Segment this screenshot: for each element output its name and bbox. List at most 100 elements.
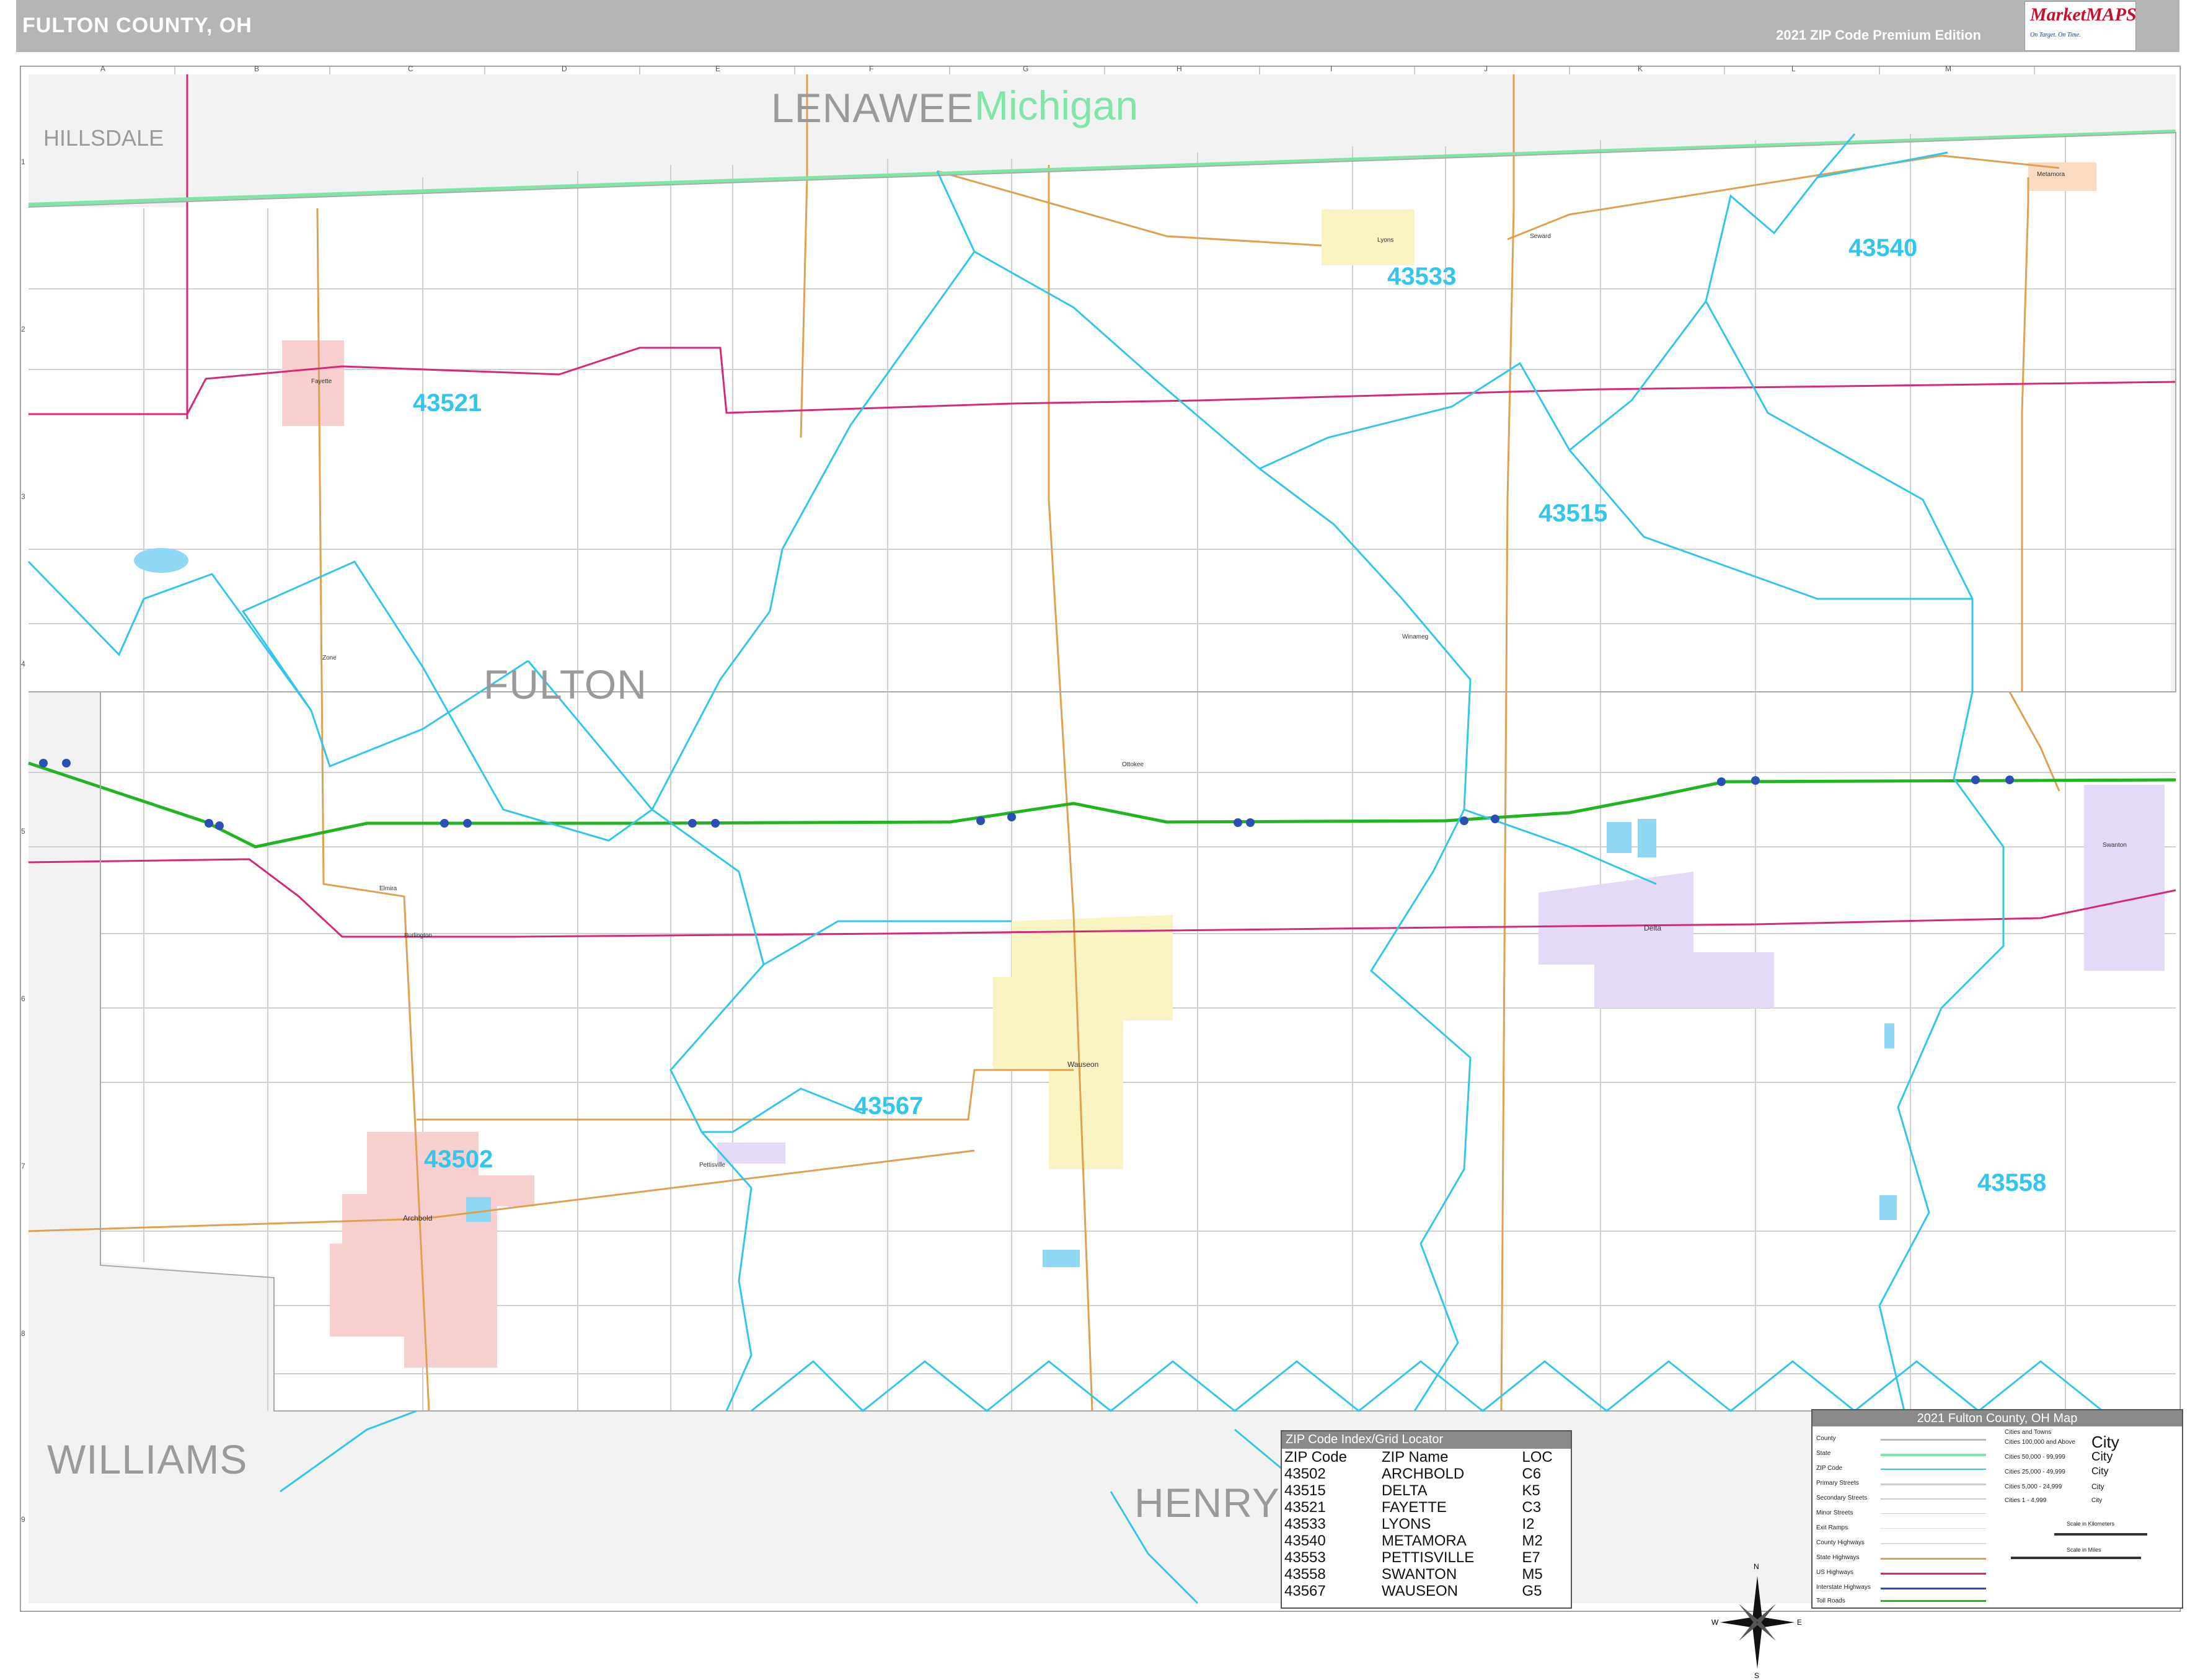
town-label-zone[interactable]: Zone [322, 655, 337, 661]
county-label-williams: WILLIAMS [47, 1436, 248, 1482]
county-label-lenawee: LENAWEE [771, 85, 974, 131]
map-header: FULTON COUNTY, OH 2021 ZIP Code Premium … [16, 0, 2179, 52]
zip-code-index: ZIP Code Index/Grid Locator ZIP Code ZIP… [1281, 1430, 1572, 1609]
legend-minor: Minor Streets [1816, 1510, 1853, 1516]
town-label-delta[interactable]: Delta [1644, 924, 1661, 932]
town-label-seward[interactable]: Seward [1530, 233, 1551, 240]
compass-e: E [1797, 1618, 1803, 1627]
legend-city-sample-2: City [2091, 1450, 2113, 1464]
state-label-michigan: Michigan [974, 82, 1139, 128]
compass-n: N [1754, 1562, 1759, 1571]
legend-state: State [1816, 1450, 1831, 1457]
legend-city-class-1: Cities 100,000 and Above [2005, 1439, 2075, 1446]
town-label-pettisville[interactable]: Pettisville [699, 1162, 725, 1169]
legend-interstate: Interstate Highways [1816, 1584, 1871, 1591]
town-label-winameg[interactable]: Winameg [1402, 634, 1428, 640]
grid-col-f: F [869, 64, 874, 73]
zip-cell: 43553 [1284, 1549, 1326, 1566]
zip-cell: 43540 [1284, 1532, 1326, 1549]
zip-name-cell: WAUSEON [1381, 1583, 1458, 1599]
town-label-elmira[interactable]: Elmira [379, 885, 397, 892]
zip-label-43540[interactable]: 43540 [1848, 234, 1917, 262]
town-label-archbold[interactable]: Archbold [403, 1214, 432, 1222]
legend-exit: Exit Ramps [1816, 1524, 1848, 1531]
brand-tagline: On Target. On Time. [2030, 32, 2081, 38]
loc-cell: M5 [1522, 1566, 1543, 1583]
map-area[interactable]: A B C D E F G H I J K L M 1 2 3 4 5 6 7 … [20, 64, 2183, 1680]
grid-col-e: E [715, 64, 721, 73]
table-row[interactable]: 43558 SWANTON M5 [1282, 1566, 1571, 1583]
town-label-burlington[interactable]: Burlington [404, 932, 432, 939]
grid-col-d: D [562, 64, 567, 73]
swanton-town-area [2084, 785, 2165, 971]
legend-city-sample-3: City [2091, 1466, 2109, 1477]
town-label-wauseon[interactable]: Wauseon [1067, 1060, 1098, 1069]
zip-cell: 43502 [1284, 1466, 1326, 1482]
legend-cities-title: Cities and Towns [2005, 1429, 2052, 1436]
legend-city-sample-4: City [2091, 1482, 2104, 1491]
grid-col-j: J [1484, 64, 1488, 73]
zip-label-43567[interactable]: 43567 [854, 1092, 923, 1120]
zip-name-cell: SWANTON [1381, 1566, 1457, 1583]
zip-label-43502[interactable]: 43502 [424, 1146, 493, 1174]
table-row[interactable]: 43502 ARCHBOLD C6 [1282, 1466, 1571, 1482]
legend-city-class-4: Cities 5,000 - 24,999 [2005, 1483, 2062, 1490]
map-legend: 2021 Fulton County, OH Map County State … [1811, 1409, 2183, 1609]
map-title: FULTON COUNTY, OH [22, 14, 252, 37]
grid-col-k: K [1638, 64, 1643, 73]
legend-zip: ZIP Code [1816, 1465, 1843, 1472]
legend-county-hwy: County Highways [1816, 1539, 1865, 1546]
map-canvas [20, 66, 2181, 1612]
grid-row-3: 3 [21, 492, 25, 501]
loc-cell: K5 [1522, 1482, 1540, 1499]
legend-state-hwy: State Highways [1816, 1554, 1860, 1561]
table-row[interactable]: 43553 PETTISVILLE E7 [1282, 1549, 1571, 1566]
zip-label-43533[interactable]: 43533 [1387, 263, 1456, 291]
zip-cell: 43558 [1284, 1566, 1326, 1583]
loc-cell: G5 [1522, 1583, 1542, 1599]
loc-cell: E7 [1522, 1549, 1540, 1566]
col-header-zip: ZIP Code [1284, 1449, 1347, 1466]
zip-cell: 43567 [1284, 1583, 1326, 1599]
town-label-fayette[interactable]: Fayette [311, 378, 332, 385]
zip-label-43521[interactable]: 43521 [413, 389, 482, 417]
town-label-metamora[interactable]: Metamora [2037, 171, 2065, 178]
table-row[interactable]: 43521 FAYETTE C3 [1282, 1499, 1571, 1516]
zip-label-43558[interactable]: 43558 [1977, 1169, 2046, 1197]
town-label-ottokee[interactable]: Ottokee [1122, 761, 1144, 768]
col-header-loc: LOC [1522, 1449, 1553, 1466]
zip-cell: 43515 [1284, 1482, 1326, 1499]
table-row[interactable]: 43533 LYONS I2 [1282, 1516, 1571, 1532]
table-row[interactable]: 43515 DELTA K5 [1282, 1482, 1571, 1499]
legend-city-class-3: Cities 25,000 - 49,999 [2005, 1469, 2065, 1475]
zip-name-cell: PETTISVILLE [1381, 1549, 1475, 1566]
loc-cell: C3 [1522, 1499, 1542, 1516]
legend-toll: Toll Roads [1816, 1598, 1845, 1604]
lyons-town-area [1322, 210, 1415, 265]
grid-row-9: 9 [21, 1515, 25, 1524]
town-label-lyons[interactable]: Lyons [1377, 237, 1393, 244]
legend-city-class-2: Cities 50,000 - 99,999 [2005, 1454, 2065, 1461]
grid-col-l: L [1791, 64, 1796, 73]
legend-county: County [1816, 1435, 1836, 1442]
grid-col-b: B [254, 64, 260, 73]
market-maps-logo: MarketMAPS On Target. On Time. [2024, 1, 2137, 51]
grid-col-m: M [1945, 64, 1951, 73]
zip-name-cell: LYONS [1381, 1516, 1431, 1532]
zip-index-title: ZIP Code Index/Grid Locator [1282, 1431, 1571, 1449]
grid-col-c: C [408, 64, 413, 73]
grid-col-i: I [1330, 64, 1333, 73]
legend-scale-km: Scale in Kilometers [2067, 1521, 2115, 1527]
county-label-hillsdale: HILLSDALE [43, 125, 164, 151]
brand-logo-text: MarketMAPS [2030, 4, 2137, 25]
table-row[interactable]: 43567 WAUSEON G5 [1282, 1583, 1571, 1599]
table-row[interactable]: 43540 METAMORA M2 [1282, 1532, 1571, 1549]
county-label-fulton: FULTON [483, 661, 647, 707]
compass-w: W [1711, 1618, 1719, 1627]
zip-label-43515[interactable]: 43515 [1539, 500, 1607, 528]
zip-cell: 43533 [1284, 1516, 1326, 1532]
zip-name-cell: ARCHBOLD [1381, 1466, 1465, 1482]
legend-secondary: Secondary Streets [1816, 1495, 1868, 1501]
zip-name-cell: METAMORA [1381, 1532, 1467, 1549]
town-label-swanton[interactable]: Swanton [2103, 842, 2127, 849]
